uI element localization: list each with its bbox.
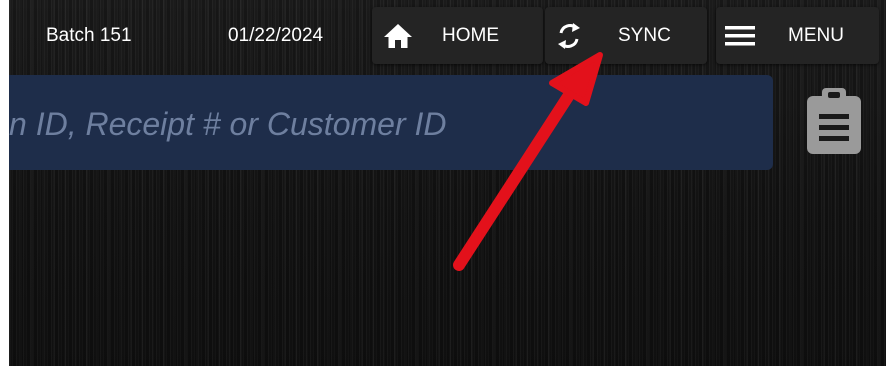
home-button[interactable]: HOME [372,7,543,64]
sync-icon [553,7,585,64]
sync-button[interactable]: SYNC [545,7,707,64]
clipboard-icon[interactable] [803,86,865,156]
home-label: HOME [442,25,499,46]
batch-label: Batch 151 [46,25,132,46]
menu-button[interactable]: MENU [716,7,879,64]
bottom-border [0,366,886,375]
search-placeholder: n ID, Receipt # or Customer ID [9,103,773,145]
app-screen: Batch 151 01/22/2024 HOME SYNC MENU n ID… [9,0,886,375]
sync-label: SYNC [618,25,671,46]
menu-label: MENU [788,25,844,46]
search-placeholder-text: n ID, Receipt # or Customer ID [9,106,447,142]
date-label: 01/22/2024 [228,25,324,46]
menu-icon [724,7,756,64]
home-icon [382,7,414,64]
